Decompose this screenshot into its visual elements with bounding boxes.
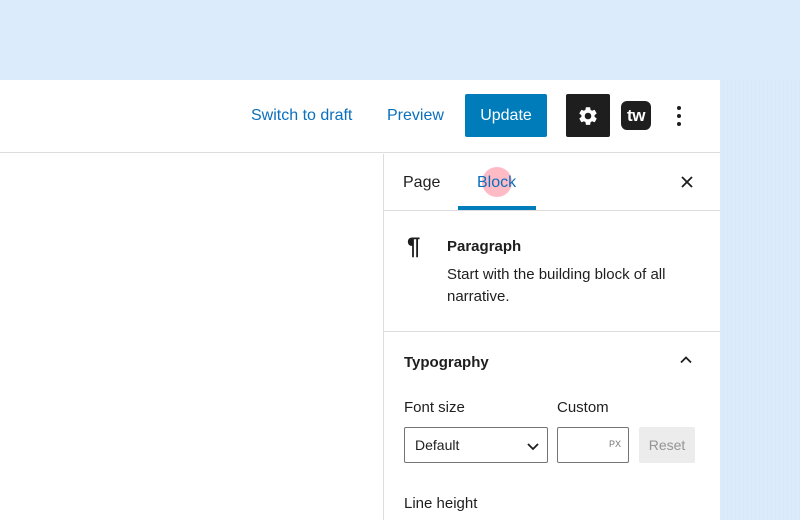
font-size-label: Font size	[404, 399, 465, 416]
reset-button[interactable]: Reset	[639, 427, 695, 463]
block-card: ¶ Paragraph Start with the building bloc…	[384, 211, 720, 332]
font-size-select[interactable]: Default	[404, 427, 548, 463]
tw-plugin-button[interactable]: tw	[621, 101, 651, 130]
settings-sidebar: Page Block ¶ Paragraph Start with the bu…	[383, 154, 720, 520]
font-size-value: Default	[415, 437, 460, 453]
block-title: Paragraph	[447, 238, 522, 255]
background-stripes	[720, 80, 800, 520]
chevron-up-icon[interactable]	[678, 352, 694, 368]
preview-button[interactable]: Preview	[387, 106, 444, 126]
line-height-label: Line height	[404, 495, 478, 512]
more-options-button[interactable]	[668, 102, 690, 130]
close-icon[interactable]	[678, 173, 696, 191]
typography-title[interactable]: Typography	[404, 354, 489, 371]
custom-size-label: Custom	[557, 399, 609, 416]
chevron-down-icon	[527, 443, 539, 451]
update-button[interactable]: Update	[465, 94, 547, 137]
sidebar-tabs: Page Block	[384, 154, 720, 211]
editor-header: Switch to draft Preview Update tw	[0, 80, 720, 153]
tab-page[interactable]: Page	[403, 174, 440, 192]
custom-size-input[interactable]: PX	[557, 427, 629, 463]
unit-label: PX	[608, 439, 621, 449]
active-tab-indicator	[458, 206, 536, 210]
block-description: Start with the building block of all nar…	[447, 266, 666, 305]
paragraph-icon: ¶	[407, 233, 421, 260]
switch-to-draft-button[interactable]: Switch to draft	[251, 106, 352, 126]
editor-canvas[interactable]	[0, 154, 383, 520]
more-vertical-icon	[677, 106, 681, 110]
typography-panel: Typography Font size Custom Default PX R…	[384, 332, 720, 520]
editor-window: Switch to draft Preview Update tw Page B…	[0, 80, 720, 520]
settings-button[interactable]	[566, 94, 610, 137]
tab-block[interactable]: Block	[477, 174, 516, 192]
gear-icon	[579, 106, 597, 125]
